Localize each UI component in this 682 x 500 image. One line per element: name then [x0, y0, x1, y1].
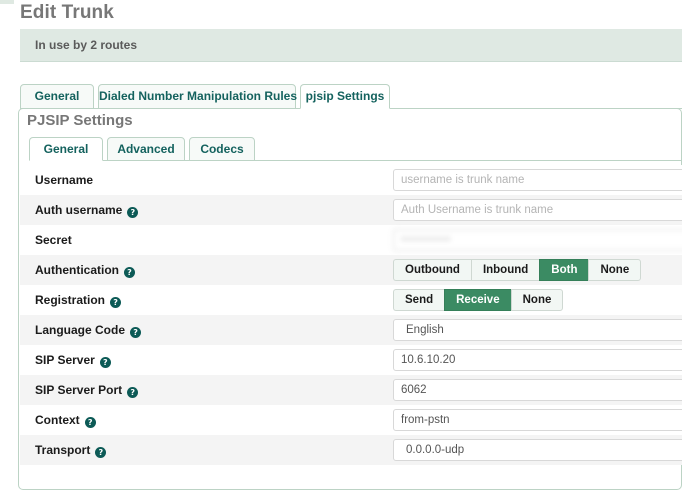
- inner-tab-label: General: [43, 142, 89, 156]
- help-icon[interactable]: ?: [110, 297, 122, 308]
- label-text: SIP Server: [35, 353, 95, 367]
- label-text: Registration: [35, 293, 106, 307]
- form-row-language-code: Language Code?: [20, 315, 682, 345]
- form-row-context: Context?: [20, 405, 682, 435]
- page-title: Edit Trunk: [20, 2, 114, 23]
- help-icon[interactable]: ?: [84, 417, 96, 428]
- inner-tab-codecs[interactable]: Codecs: [189, 137, 255, 161]
- outer-tab-bar: General Dialed Number Manipulation Rules p…: [20, 84, 682, 109]
- form-row-sip-server: SIP Server?: [20, 345, 682, 375]
- label-registration: Registration?: [35, 293, 122, 308]
- label-language-code: Language Code?: [35, 323, 142, 338]
- form-row-sip-server-port: SIP Server Port?: [20, 375, 682, 405]
- outer-tab-pjsip-settings[interactable]: pjsip Settings: [300, 84, 390, 109]
- outer-tab-label: General: [34, 89, 80, 103]
- input-language-code[interactable]: [393, 319, 682, 341]
- inner-tab-label: Advanced: [117, 142, 175, 156]
- option-authentication-inbound[interactable]: Inbound: [470, 259, 540, 281]
- form-row-authentication: Authentication? Outbound Inbound Both None: [20, 255, 682, 285]
- inner-tab-advanced[interactable]: Advanced: [107, 137, 185, 161]
- inner-tab-general[interactable]: General: [29, 137, 103, 161]
- label-text: Secret: [35, 233, 72, 247]
- help-icon[interactable]: ?: [127, 207, 139, 218]
- input-sip-server-port[interactable]: [393, 379, 682, 401]
- input-auth-username[interactable]: [393, 199, 682, 221]
- info-banner: In use by 2 routes: [20, 29, 682, 62]
- form-row-auth-username: Auth username?: [20, 195, 682, 225]
- help-icon[interactable]: ?: [95, 447, 107, 458]
- label-text: Transport: [35, 443, 91, 457]
- label-authentication: Authentication?: [35, 263, 135, 278]
- label-text: SIP Server Port: [35, 383, 123, 397]
- input-transport[interactable]: [393, 439, 682, 461]
- button-group-registration: Send Receive None: [393, 289, 564, 311]
- input-username[interactable]: [393, 169, 682, 191]
- label-context: Context?: [35, 413, 96, 428]
- outer-tab-general[interactable]: General: [20, 84, 94, 109]
- label-text: Authentication: [35, 263, 119, 277]
- input-sip-server[interactable]: [393, 349, 682, 371]
- label-username: Username: [35, 173, 93, 187]
- help-icon[interactable]: ?: [130, 327, 142, 338]
- label-sip-server: SIP Server?: [35, 353, 111, 368]
- option-registration-send[interactable]: Send: [393, 289, 445, 311]
- outer-tab-label: pjsip Settings: [305, 89, 385, 103]
- outer-tab-label: Dialed Number Manipulation Rules: [99, 89, 298, 103]
- label-text: Auth username: [35, 203, 123, 217]
- inner-tab-bar: General Advanced Codecs: [29, 137, 681, 161]
- label-sip-server-port: SIP Server Port?: [35, 383, 139, 398]
- input-context[interactable]: [393, 409, 682, 431]
- panel-title: PJSIP Settings: [27, 112, 133, 129]
- option-registration-receive[interactable]: Receive: [444, 289, 511, 311]
- button-group-authentication: Outbound Inbound Both None: [393, 259, 642, 281]
- option-authentication-outbound[interactable]: Outbound: [393, 259, 471, 281]
- form-row-secret: Secret: [20, 225, 682, 255]
- option-authentication-none[interactable]: None: [588, 259, 642, 281]
- label-secret: Secret: [35, 233, 72, 247]
- help-icon[interactable]: ?: [99, 357, 111, 368]
- settings-form: Username Auth username? Secret Authenticati…: [20, 165, 682, 489]
- label-auth-username: Auth username?: [35, 203, 139, 218]
- form-row-username: Username: [20, 165, 682, 195]
- form-row-transport: Transport?: [20, 435, 682, 465]
- label-text: Language Code: [35, 323, 126, 337]
- form-row-registration: Registration? Send Receive None: [20, 285, 682, 315]
- outer-tab-dialed-number-manipulation-rules[interactable]: Dialed Number Manipulation Rules: [98, 84, 298, 109]
- top-accent-strip-inner: [14, 0, 682, 4]
- label-transport: Transport?: [35, 443, 107, 458]
- inner-tab-label: Codecs: [200, 142, 244, 156]
- info-banner-text: In use by 2 routes: [35, 38, 138, 52]
- pjsip-settings-panel: PJSIP Settings General Advanced Codecs Use…: [18, 108, 682, 490]
- label-text: Context: [35, 413, 80, 427]
- help-icon[interactable]: ?: [127, 387, 139, 398]
- help-icon[interactable]: ?: [124, 267, 135, 278]
- input-secret[interactable]: [393, 229, 682, 251]
- option-authentication-both[interactable]: Both: [539, 259, 589, 281]
- label-text: Username: [35, 173, 94, 187]
- option-registration-none[interactable]: None: [510, 289, 564, 311]
